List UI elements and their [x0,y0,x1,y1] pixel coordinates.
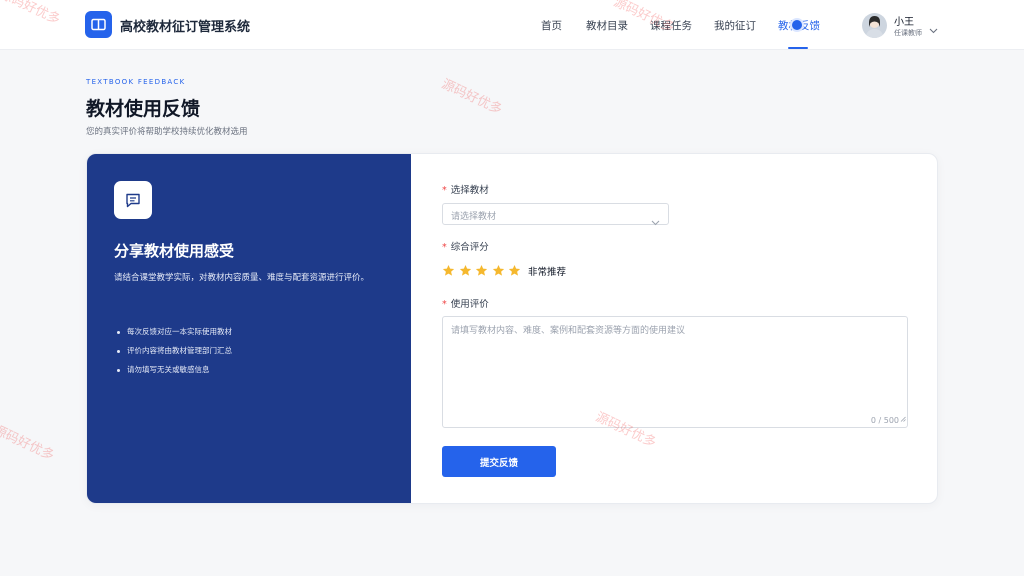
nav-course-tasks[interactable]: 课程任务 [650,0,692,50]
info-bullets: 每次反馈对应一本实际使用教材 评价内容将由教材管理部门汇总 请勿填写无关或敏感信… [114,327,232,384]
page-subtitle: 您的真实评价将帮助学校持续优化教材选用 [86,127,248,137]
nav-textbook-catalog[interactable]: 教材目录 [586,0,628,50]
comment-textarea[interactable]: 请填写教材内容、难度、案例和配套资源等方面的使用建议 0 / 500 [442,316,908,428]
star-icon[interactable] [459,264,472,277]
page-title: 教材使用反馈 [86,98,201,120]
textbook-select[interactable]: 请选择教材 [442,203,669,226]
list-item: 评价内容将由教材管理部门汇总 [114,346,232,365]
list-item: 每次反馈对应一本实际使用教材 [114,327,232,346]
textbook-select-placeholder: 请选择教材 [451,212,497,222]
avatar[interactable] [862,13,887,38]
chevron-down-icon [651,211,660,230]
list-item: 请勿填写无关或敏感信息 [114,365,232,384]
resize-handle-icon[interactable] [900,407,906,426]
nav-home[interactable]: 首页 [541,0,562,50]
cursor-dot [792,20,802,30]
active-nav-indicator [788,47,808,49]
watermark: 源码好优多 [0,422,57,464]
rating-stars [442,264,521,277]
star-icon[interactable] [442,264,455,277]
comment-label: * 使用评价 [442,299,489,310]
info-title: 分享教材使用感受 [114,242,235,260]
app-title[interactable]: 高校教材征订管理系统 [120,16,250,35]
message-icon [114,181,152,219]
page-eyebrow: TEXTBOOK FEEDBACK [86,78,186,86]
chevron-down-icon[interactable] [929,19,938,38]
required-mark: * [442,299,447,310]
character-counter: 0 / 500 [870,416,899,425]
star-icon[interactable] [492,264,505,277]
watermark: 源码好优多 [439,76,505,118]
nav-my-orders[interactable]: 我的征订 [714,0,756,50]
top-navbar: 高校教材征订管理系统 首页 教材目录 课程任务 我的征订 教材反馈 小王 任课教… [0,0,1024,50]
star-icon[interactable] [475,264,488,277]
rating-label: * 综合评分 [442,242,489,253]
user-role: 任课教师 [894,29,922,37]
feedback-card: 分享教材使用感受 请结合课堂教学实际，对教材内容质量、难度与配套资源进行评价。 … [86,153,938,504]
required-mark: * [442,185,447,196]
textbook-label: * 选择教材 [442,185,489,196]
user-name[interactable]: 小王 [894,13,914,28]
comment-placeholder: 请填写教材内容、难度、案例和配套资源等方面的使用建议 [451,326,686,336]
book-logo-icon[interactable] [85,11,112,38]
star-icon[interactable] [508,264,521,277]
rating-text: 非常推荐 [528,267,567,278]
submit-feedback-button[interactable]: 提交反馈 [442,446,556,477]
required-mark: * [442,242,447,253]
info-description: 请结合课堂教学实际，对教材内容质量、难度与配套资源进行评价。 [114,273,370,283]
info-panel: 分享教材使用感受 请结合课堂教学实际，对教材内容质量、难度与配套资源进行评价。 … [87,154,411,503]
